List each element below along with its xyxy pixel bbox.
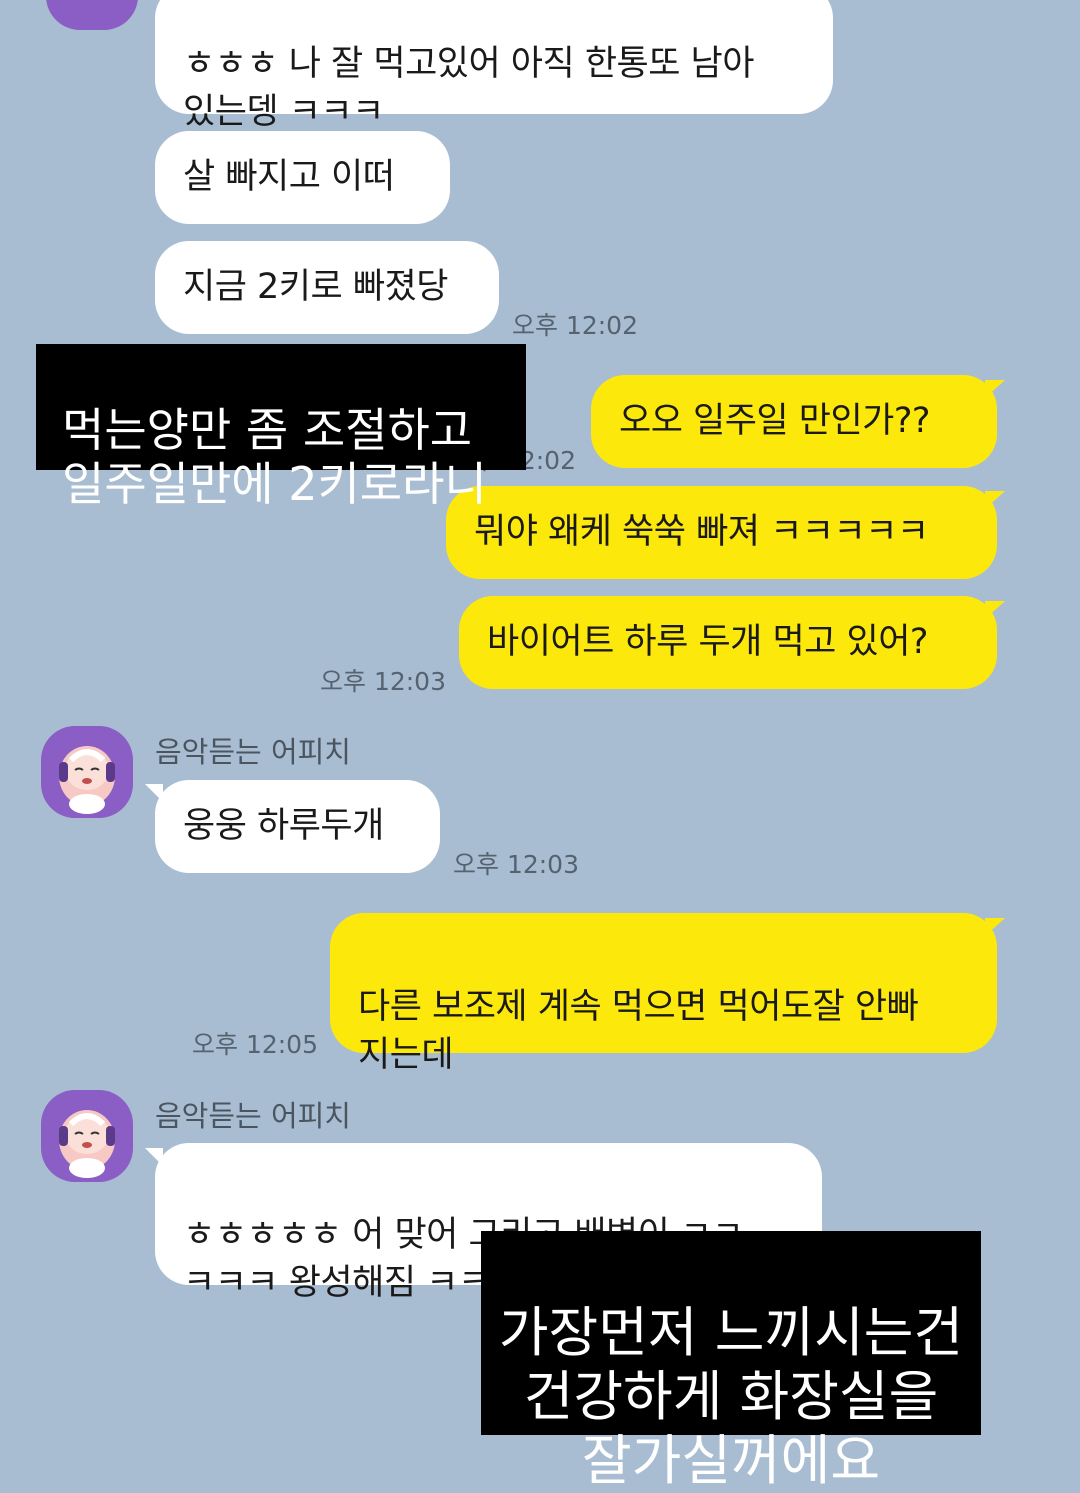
caption-overlay-top: 먹는양만 좀 조절하고 일주일만에 2키로라니 <box>36 344 526 511</box>
message-text: 웅웅 하루두개 <box>183 806 384 846</box>
message-timestamp: 오후 12:05 <box>192 1030 318 1059</box>
message-text: 지금 2키로 빠졌당 <box>183 267 448 307</box>
sender-name: 음악듣는 어피치 <box>155 1099 351 1133</box>
message-text: 오오 일주일 만인가?? <box>619 401 931 441</box>
message-bubble-incoming[interactable]: 지금 2키로 빠졌당 <box>155 241 499 334</box>
message-text: ㅎㅎㅎ 나 잘 먹고있어 아직 한통또 남아 있는뎅 ㅋㅋㅋ <box>183 44 754 132</box>
message-bubble-outgoing[interactable]: 다른 보조제 계속 먹으면 먹어도잘 안빠 지는데 <box>330 913 997 1075</box>
message-text: 바이어트 하루 두개 먹고 있어? <box>487 622 928 662</box>
chat-screen: { "chat": { "partner_name": "음악듣는 어피치", … <box>0 0 1080 1492</box>
partner-avatar[interactable] <box>41 726 133 818</box>
partner-avatar[interactable] <box>46 0 138 30</box>
message-timestamp: 오후 12:02 <box>512 311 638 340</box>
message-text: 살 빠지고 이떠 <box>183 157 395 197</box>
message-bubble-outgoing[interactable]: 바이어트 하루 두개 먹고 있어? <box>459 596 997 689</box>
message-bubble-incoming[interactable]: 살 빠지고 이떠 <box>155 131 450 224</box>
message-bubble-incoming[interactable]: 웅웅 하루두개 <box>155 780 440 873</box>
caption-text: 가장먼저 느끼시는건 건강하게 화장실을 잘가실꺼에요 <box>498 1301 964 1492</box>
message-timestamp: 오후 12:03 <box>453 850 579 879</box>
message-bubble-outgoing[interactable]: 뭐야 왜케 쑥쑥 빠져 ㅋㅋㅋㅋㅋ <box>446 486 997 579</box>
sender-name: 음악듣는 어피치 <box>155 735 351 769</box>
partner-avatar[interactable] <box>41 1090 133 1182</box>
caption-text: 먹는양만 좀 조절하고 일주일만에 2키로라니 <box>62 403 487 511</box>
caption-overlay-bottom: 가장먼저 느끼시는건 건강하게 화장실을 잘가실꺼에요 <box>481 1231 981 1492</box>
message-text: 뭐야 왜케 쑥쑥 빠져 ㅋㅋㅋㅋㅋ <box>474 512 929 552</box>
peach-character-icon <box>59 746 115 814</box>
message-text: 다른 보조제 계속 먹으면 먹어도잘 안빠 지는데 <box>358 987 919 1075</box>
message-bubble-incoming[interactable]: ㅎㅎㅎ 나 잘 먹고있어 아직 한통또 남아 있는뎅 ㅋㅋㅋ <box>155 0 833 132</box>
peach-character-icon <box>59 1110 115 1178</box>
message-timestamp: 오후 12:03 <box>320 667 446 696</box>
message-bubble-outgoing[interactable]: 오오 일주일 만인가?? <box>591 375 997 468</box>
